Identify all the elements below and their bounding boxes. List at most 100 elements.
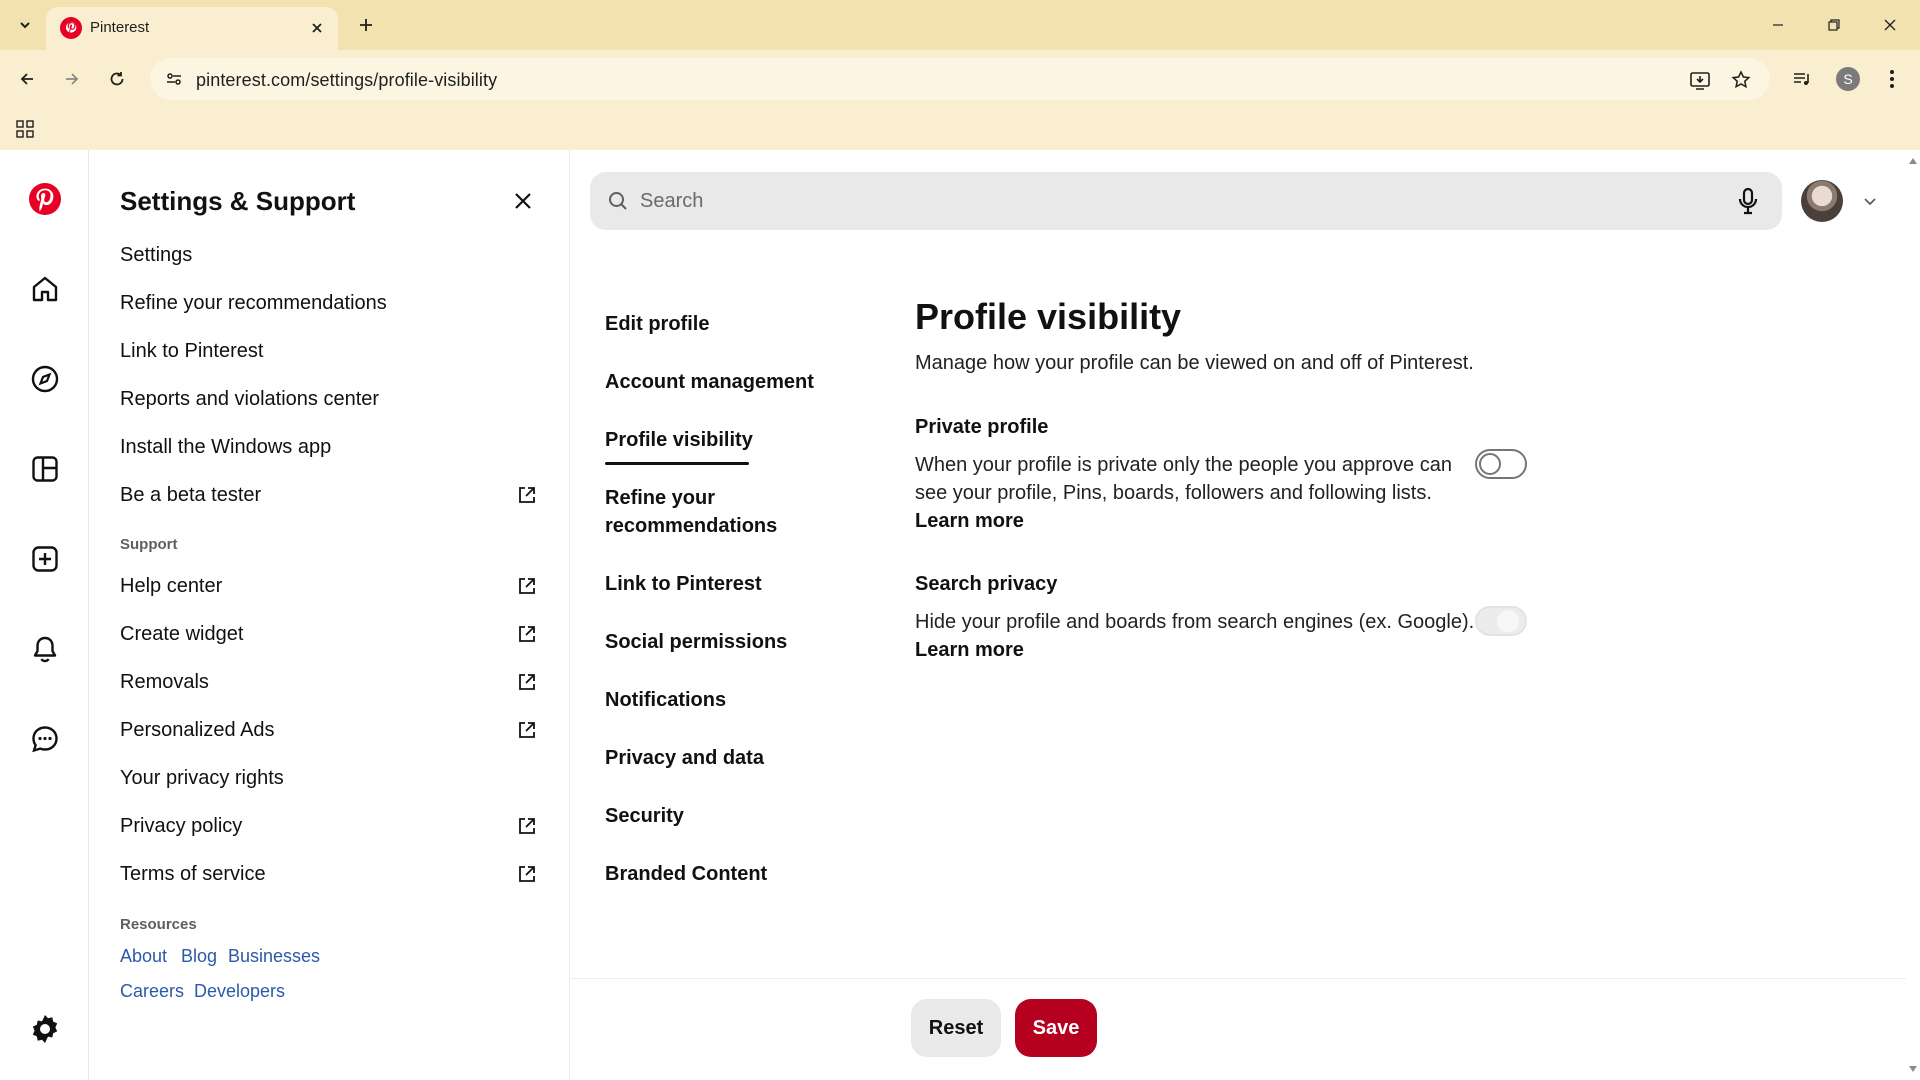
panel-close-button[interactable] <box>508 186 538 216</box>
search-icon <box>606 189 630 213</box>
save-button[interactable]: Save <box>1015 999 1097 1057</box>
resource-link-businesses[interactable]: Businesses <box>228 946 320 967</box>
site-info-icon[interactable] <box>162 67 186 91</box>
arrow-right-icon <box>66 73 79 85</box>
scroll-up-arrow-icon[interactable] <box>1908 156 1918 166</box>
tab-strip: Pinterest <box>0 0 1920 50</box>
search-input[interactable]: Search <box>640 190 703 213</box>
back-button[interactable] <box>12 64 42 94</box>
panel-item-label: Install the Windows app <box>120 435 332 458</box>
panel-item-label: Personalized Ads <box>120 718 275 741</box>
subnav-privacy-and-data[interactable]: Privacy and data <box>605 744 764 772</box>
pinterest-logo-icon[interactable] <box>24 178 66 220</box>
minimize-button[interactable] <box>1758 10 1798 40</box>
new-tab-button[interactable] <box>352 12 380 38</box>
url-text[interactable]: pinterest.com/settings/profile-visibilit… <box>196 70 497 91</box>
toggle-knob <box>1479 453 1501 475</box>
restore-button[interactable] <box>1814 10 1854 40</box>
apps-grid-icon[interactable] <box>12 116 38 142</box>
profile-avatar-button[interactable]: S <box>1833 64 1863 94</box>
left-nav-rail <box>0 150 89 1080</box>
panel-item-create-widget[interactable]: Create widget <box>120 617 540 651</box>
close-window-button[interactable] <box>1870 10 1910 40</box>
subnav-edit-profile[interactable]: Edit profile <box>605 310 709 338</box>
restore-icon <box>1828 19 1840 31</box>
resource-link-about[interactable]: About <box>120 946 167 967</box>
subnav-account-management[interactable]: Account management <box>605 368 814 396</box>
account-avatar[interactable] <box>1801 180 1843 222</box>
private-profile-toggle[interactable] <box>1475 449 1527 479</box>
profile-initial: S <box>1836 67 1860 91</box>
settings-support-panel: Settings & Support Settings Refine your … <box>90 150 570 1080</box>
chevron-down-icon <box>1864 198 1876 206</box>
bookmark-star-icon[interactable] <box>1728 67 1754 93</box>
subnav-refine-recommendations[interactable]: Refine your recommendations <box>605 484 825 540</box>
messages-icon[interactable] <box>24 718 66 760</box>
page-scrollbar[interactable] <box>1906 150 1920 1080</box>
subnav-notifications[interactable]: Notifications <box>605 686 726 714</box>
pinterest-favicon-icon <box>60 17 82 39</box>
media-control-icon[interactable] <box>1787 64 1817 94</box>
resource-link-developers[interactable]: Developers <box>194 981 285 1002</box>
subnav-branded-content[interactable]: Branded Content <box>605 860 767 888</box>
browser-tab[interactable]: Pinterest <box>46 7 338 50</box>
panel-item-label: Create widget <box>120 622 244 645</box>
search-privacy-learn-more-link[interactable]: Learn more <box>915 639 1024 661</box>
panel-item-install-windows-app[interactable]: Install the Windows app <box>120 430 540 464</box>
search-bar[interactable]: Search <box>590 172 1782 230</box>
external-link-icon <box>514 573 540 599</box>
subnav-profile-visibility[interactable]: Profile visibility <box>605 426 753 454</box>
forward-button[interactable] <box>57 64 87 94</box>
address-bar[interactable]: pinterest.com/settings/profile-visibilit… <box>150 58 1770 100</box>
panel-item-label: Privacy policy <box>120 814 243 837</box>
resource-link-careers[interactable]: Careers <box>120 981 184 1002</box>
settings-gear-icon[interactable] <box>24 1008 66 1050</box>
panel-item-privacy-rights[interactable]: Your privacy rights <box>120 761 540 795</box>
toggle-knob <box>1497 610 1519 632</box>
search-privacy-heading: Search privacy <box>915 573 1058 595</box>
arrow-left-icon <box>20 73 33 85</box>
scroll-down-arrow-icon[interactable] <box>1908 1064 1918 1074</box>
panel-item-personalized-ads[interactable]: Personalized Ads <box>120 713 540 747</box>
account-menu-chevron[interactable] <box>1857 188 1883 214</box>
browser-chrome: Pinterest pinterest.com/settings/profile… <box>0 0 1920 150</box>
panel-item-label: Link to Pinterest <box>120 339 264 362</box>
panel-item-link-to-pinterest[interactable]: Link to Pinterest <box>120 334 540 368</box>
panel-item-removals[interactable]: Removals <box>120 665 540 699</box>
chevron-down-icon <box>20 22 30 29</box>
search-privacy-text: Hide your profile and boards from search… <box>915 611 1475 633</box>
panel-item-terms-of-service[interactable]: Terms of service <box>120 857 540 891</box>
external-link-icon <box>514 813 540 839</box>
create-icon[interactable] <box>24 538 66 580</box>
microphone-icon[interactable] <box>1732 185 1764 217</box>
private-profile-learn-more-link[interactable]: Learn more <box>915 510 1024 532</box>
install-app-icon[interactable] <box>1687 67 1713 93</box>
home-icon[interactable] <box>24 268 66 310</box>
external-link-icon <box>514 669 540 695</box>
panel-item-privacy-policy[interactable]: Privacy policy <box>120 809 540 843</box>
support-section-label: Support <box>120 536 178 553</box>
tab-close-button[interactable] <box>306 17 328 39</box>
tab-search-button[interactable] <box>8 12 42 38</box>
external-link-icon <box>514 717 540 743</box>
panel-item-beta-tester[interactable]: Be a beta tester <box>120 478 540 512</box>
subnav-security[interactable]: Security <box>605 802 684 830</box>
explore-icon[interactable] <box>24 358 66 400</box>
resource-link-blog[interactable]: Blog <box>181 946 217 967</box>
search-privacy-description: Hide your profile and boards from search… <box>915 608 1475 664</box>
panel-item-label: Removals <box>120 670 209 693</box>
reload-button[interactable] <box>102 64 132 94</box>
private-profile-text: When your profile is private only the pe… <box>915 454 1452 504</box>
panel-item-refine-recommendations[interactable]: Refine your recommendations <box>120 286 540 320</box>
panel-item-help-center[interactable]: Help center <box>120 569 540 603</box>
panel-item-label: Refine your recommendations <box>120 291 387 314</box>
reset-button[interactable]: Reset <box>911 999 1001 1057</box>
subnav-link-to-pinterest[interactable]: Link to Pinterest <box>605 570 762 598</box>
notifications-icon[interactable] <box>24 628 66 670</box>
browser-menu-button[interactable] <box>1877 64 1907 94</box>
boards-icon[interactable] <box>24 448 66 490</box>
subnav-social-permissions[interactable]: Social permissions <box>605 628 787 656</box>
search-privacy-toggle[interactable] <box>1475 606 1527 636</box>
panel-item-settings[interactable]: Settings <box>120 238 540 272</box>
panel-item-reports-violations[interactable]: Reports and violations center <box>120 382 540 416</box>
